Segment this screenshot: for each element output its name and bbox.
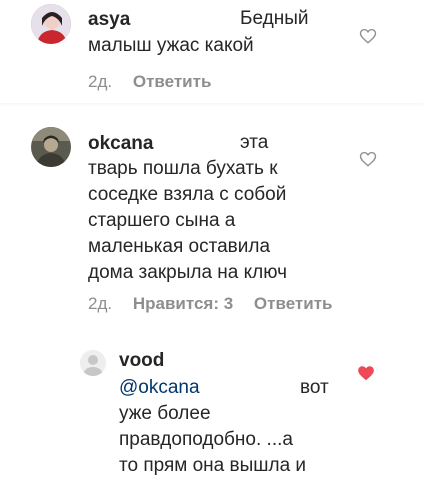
mention-link[interactable]: @okcana: [119, 375, 200, 401]
comment-text: малыш ужас какой: [88, 35, 254, 56]
comment-username[interactable]: vood: [119, 350, 164, 372]
comment-time: 2д.: [88, 72, 113, 91]
comment-asya: asya Бедный малыш ужас какой 2д. Ответит…: [0, 0, 423, 105]
comment-text: уже более правдоподобно. ...а то прям он…: [119, 403, 307, 476]
avatar[interactable]: [80, 350, 106, 376]
comment-text: тварь пошла бухать к соседке взяла с соб…: [88, 158, 287, 283]
comment-text-start: Бедный: [240, 8, 309, 29]
comment-meta: 2д. Ответить: [88, 72, 211, 92]
section-divider: [0, 103, 423, 107]
comment-time: 2д.: [88, 294, 113, 313]
avatar[interactable]: [31, 127, 71, 167]
comment-text-start: эта: [240, 132, 269, 153]
comment-text-start: вот: [300, 377, 329, 398]
comment-username[interactable]: asya: [88, 9, 130, 31]
heart-filled-icon[interactable]: [357, 364, 375, 382]
heart-outline-icon[interactable]: [359, 27, 377, 45]
avatar-photo: [31, 127, 71, 167]
likes-count[interactable]: Нравится: 3: [133, 294, 233, 313]
heart-outline-icon[interactable]: [359, 150, 377, 168]
comment-okcana: okcana эта тварь пошла бухать к соседке …: [0, 108, 423, 328]
reply-button[interactable]: Ответить: [133, 72, 212, 91]
reply-button[interactable]: Ответить: [254, 294, 333, 313]
default-avatar-icon: [80, 350, 106, 376]
comment-vood: vood @okcana вот уже более правдоподобно…: [0, 340, 423, 483]
avatar[interactable]: [31, 4, 71, 44]
comment-meta: 2д. Нравится: 3 Ответить: [88, 294, 332, 314]
avatar-photo: [31, 4, 71, 44]
comment-username[interactable]: okcana: [88, 133, 153, 155]
